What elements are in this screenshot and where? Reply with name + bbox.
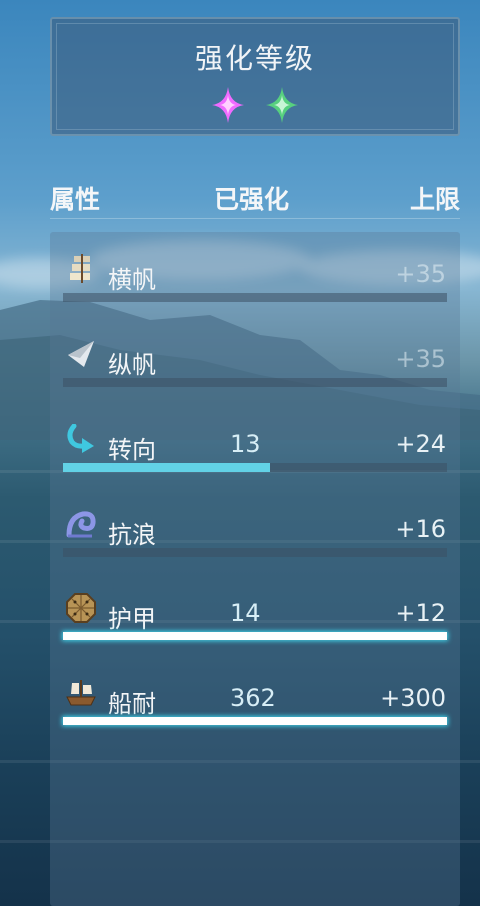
progress-bar bbox=[63, 548, 447, 557]
header-attribute: 属性 bbox=[50, 185, 101, 214]
turn-arrow-icon bbox=[67, 424, 94, 453]
attribute-row-hull-durability[interactable]: 船耐 362 +300 bbox=[50, 678, 460, 738]
attribute-list: 横帆 +35 纵帆 +35 转向 13 +24 抗浪 +16 护甲 14 +12… bbox=[50, 232, 460, 906]
header-divider bbox=[50, 218, 460, 219]
star-rating bbox=[52, 87, 458, 127]
limit-value: +35 bbox=[395, 345, 446, 373]
progress-fill bbox=[63, 463, 271, 472]
attribute-name: 抗浪 bbox=[108, 521, 156, 549]
square-sail-icon bbox=[70, 254, 90, 283]
panel-title: 强化等级 bbox=[194, 42, 315, 75]
header-limit: 上限 bbox=[409, 185, 460, 214]
limit-value: +16 bbox=[395, 515, 446, 543]
enhanced-value: 362 bbox=[230, 684, 276, 712]
header-enhanced: 已强化 bbox=[214, 185, 290, 214]
pink-sparkle-icon bbox=[212, 87, 245, 123]
progress-fill bbox=[63, 632, 447, 640]
progress-fill bbox=[63, 717, 447, 725]
progress-bar bbox=[63, 293, 447, 302]
progress-bar bbox=[63, 463, 447, 472]
green-sparkle-icon bbox=[265, 87, 298, 123]
enhanced-value: 13 bbox=[230, 430, 261, 458]
attribute-row-armor[interactable]: 护甲 14 +12 bbox=[50, 593, 460, 653]
limit-value: +12 bbox=[395, 599, 446, 627]
progress-bar bbox=[63, 717, 447, 726]
fore-and-aft-sail-icon bbox=[68, 341, 94, 367]
armor-plate-icon bbox=[66, 593, 96, 623]
attribute-row-wave-resistance[interactable]: 抗浪 +16 bbox=[50, 509, 460, 569]
attribute-name: 护甲 bbox=[108, 605, 156, 633]
enhanced-value: 14 bbox=[230, 599, 261, 627]
attribute-name: 船耐 bbox=[108, 690, 156, 718]
progress-bar bbox=[63, 632, 447, 641]
attribute-row-square-sail[interactable]: 横帆 +35 bbox=[50, 254, 460, 314]
attribute-name: 纵帆 bbox=[108, 351, 156, 379]
attribute-name: 横帆 bbox=[108, 266, 156, 294]
attribute-name: 转向 bbox=[108, 436, 156, 464]
attribute-row-fore-and-aft-sail[interactable]: 纵帆 +35 bbox=[50, 339, 460, 399]
limit-value: +24 bbox=[395, 430, 446, 458]
ship-icon bbox=[66, 680, 96, 706]
attribute-row-turning[interactable]: 转向 13 +24 bbox=[50, 424, 460, 484]
wave-icon bbox=[66, 511, 96, 538]
limit-value: +300 bbox=[380, 684, 446, 712]
enhancement-level-panel: 强化等级 bbox=[50, 17, 460, 136]
progress-bar bbox=[63, 378, 447, 387]
limit-value: +35 bbox=[395, 260, 446, 288]
